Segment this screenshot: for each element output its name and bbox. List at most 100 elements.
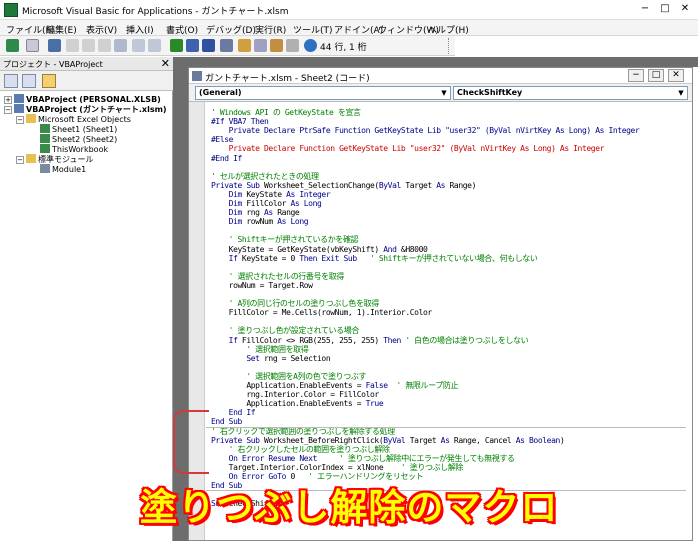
code-text: rng xyxy=(246,208,265,218)
pause-icon[interactable] xyxy=(186,39,199,52)
code-line[interactable]: On Error Resume Next ' 塗りつぶし解除中にエラーが発生して… xyxy=(211,454,515,463)
toolbar-grip[interactable] xyxy=(448,38,454,54)
code-line[interactable]: End Sub xyxy=(211,417,242,426)
code-line[interactable]: ' 右クリックしたセルの範囲を塗りつぶし解除 xyxy=(211,445,390,454)
code-window-title-bar: ガントチャート.xlsm - Sheet2 (コード) − □ ✕ xyxy=(189,68,692,84)
code-comment: ' 塗りつぶし解除中にエラーが発生しても無視する xyxy=(321,453,515,463)
object-browser-icon[interactable] xyxy=(270,39,283,52)
tree-node-sheet1[interactable]: Sheet1 (Sheet1) xyxy=(40,124,117,134)
tree-node-excel-objects[interactable]: − Microsoft Excel Objects xyxy=(16,114,131,124)
tree-node-thisworkbook[interactable]: ThisWorkbook xyxy=(40,144,108,154)
menu-addins[interactable]: アドイン(A) xyxy=(334,23,383,36)
code-text: &H8000 xyxy=(400,244,428,254)
tree-node-sheet2[interactable]: Sheet2 (Sheet2) xyxy=(40,134,117,144)
run-icon[interactable] xyxy=(170,39,183,52)
menu-edit[interactable]: 編集(E) xyxy=(46,23,77,36)
window-controls: − □ ✕ xyxy=(638,2,692,16)
code-line[interactable]: Application.EnableEvents = False ' 無限ループ… xyxy=(211,381,458,390)
procedure-dropdown[interactable]: CheckShiftKey ▼ xyxy=(453,86,688,100)
code-line[interactable]: Private Sub Worksheet_SelectionChange(By… xyxy=(211,181,476,190)
code-line[interactable]: #End If xyxy=(211,154,242,163)
undo-icon[interactable] xyxy=(132,39,145,52)
code-line[interactable]: #If VBA7 Then xyxy=(211,117,269,126)
code-window-title: ガントチャート.xlsm - Sheet2 (コード) xyxy=(205,74,370,84)
code-window-minimize-button[interactable]: − xyxy=(628,69,644,82)
code-line[interactable]: If FillColor <> RGB(255, 255, 255) Then … xyxy=(211,335,529,345)
code-line[interactable]: Dim KeyState As Integer xyxy=(211,189,331,199)
cut-icon[interactable] xyxy=(66,39,79,52)
maximize-button[interactable]: □ xyxy=(658,2,672,16)
code-line[interactable]: ' 選択範囲をA列の色で塗りつぶす xyxy=(211,372,366,381)
code-line[interactable]: Private Sub Worksheet_BeforeRightClick(B… xyxy=(211,435,565,445)
code-line[interactable]: If KeyState = 0 Then Exit Sub ' Shiftキーが… xyxy=(211,254,538,263)
toggle-folders-icon[interactable] xyxy=(42,74,56,88)
code-line[interactable]: ' Shiftキーが押されているかを確認 xyxy=(211,235,359,244)
redo-icon[interactable] xyxy=(148,39,161,52)
code-line[interactable]: Dim FillColor As Long xyxy=(211,199,322,208)
code-line[interactable]: KeyState = GetKeyState(vbKeyShift) And &… xyxy=(211,244,428,254)
project-explorer-close-icon[interactable]: ✕ xyxy=(161,57,170,70)
project-explorer-icon[interactable] xyxy=(238,39,251,52)
toolbox-icon[interactable] xyxy=(286,39,299,52)
code-text: Range) xyxy=(449,180,477,190)
design-mode-icon[interactable] xyxy=(220,39,233,52)
menu-tools[interactable]: ツール(T) xyxy=(293,23,333,36)
code-line[interactable]: ' Windows API の GetKeyState を宣言 xyxy=(211,108,361,117)
code-line[interactable]: #Else xyxy=(211,135,233,144)
menu-view[interactable]: 表示(V) xyxy=(86,23,117,36)
copy-icon[interactable] xyxy=(82,39,95,52)
code-window-maximize-button[interactable]: □ xyxy=(648,69,664,82)
code-line[interactable]: Private Declare PtrSafe Function GetKeyS… xyxy=(211,126,640,135)
code-comment: ' 白色の場合は塗りつぶしをしない xyxy=(405,335,529,345)
reset-icon[interactable] xyxy=(202,39,215,52)
properties-icon[interactable] xyxy=(254,39,267,52)
code-line[interactable]: Private Declare Function GetKeyState Lib… xyxy=(211,144,605,153)
object-dropdown[interactable]: (General) ▼ xyxy=(195,86,451,100)
menu-run[interactable]: 実行(R) xyxy=(255,23,286,36)
insert-module-icon[interactable] xyxy=(26,39,39,52)
menu-help[interactable]: ヘルプ(H) xyxy=(428,23,469,36)
code-editor[interactable]: ' Windows API の GetKeyState を宣言 #If VBA7 … xyxy=(189,102,692,540)
code-line[interactable]: rng.Interior.Color = FillColor xyxy=(211,390,379,399)
close-button[interactable]: ✕ xyxy=(678,2,692,16)
expander-icon[interactable]: + xyxy=(4,96,12,104)
code-line[interactable]: Dim rng As Range xyxy=(211,208,300,218)
code-line[interactable]: Dim rowNum As Long xyxy=(211,217,309,226)
expander-icon[interactable]: − xyxy=(16,116,24,124)
save-icon[interactable] xyxy=(48,39,61,52)
view-object-icon[interactable] xyxy=(22,74,36,88)
chevron-down-icon[interactable]: ▼ xyxy=(438,87,450,99)
code-line[interactable]: ' 選択範囲を取得 xyxy=(211,345,308,354)
view-code-icon[interactable] xyxy=(4,74,18,88)
tree-node-module1[interactable]: Module1 xyxy=(40,164,86,174)
code-window-close-button[interactable]: ✕ xyxy=(668,69,684,82)
menu-insert[interactable]: 挿入(I) xyxy=(126,23,154,36)
code-line[interactable]: ' 選択されたセルの行番号を取得 xyxy=(211,272,345,281)
find-icon[interactable] xyxy=(114,39,127,52)
code-keyword: As xyxy=(440,435,454,445)
code-line[interactable]: Application.EnableEvents = True xyxy=(211,399,383,408)
code-line[interactable]: Set rng = Selection xyxy=(211,354,330,363)
code-line[interactable]: ' 塗りつぶし色が設定されている場合 xyxy=(211,326,360,335)
view-excel-icon[interactable] xyxy=(6,39,19,52)
code-keyword: Dim xyxy=(211,189,247,199)
code-line[interactable]: ' A列の同じ行のセルの塗りつぶし色を取得 xyxy=(211,299,380,308)
code-line[interactable]: FillColor = Me.Cells(rowNum, 1).Interior… xyxy=(211,308,433,317)
code-line[interactable]: End If xyxy=(211,408,256,418)
paste-icon[interactable] xyxy=(98,39,111,52)
expander-icon[interactable]: − xyxy=(4,106,12,114)
code-line[interactable]: ' セルが選択されたときの処理 xyxy=(211,172,319,181)
expander-icon[interactable]: − xyxy=(16,156,24,164)
menu-debug[interactable]: デバッグ(D) xyxy=(206,23,256,36)
minimize-button[interactable]: − xyxy=(638,2,652,16)
code-line[interactable]: ' 右クリックで選択範囲の塗りつぶしを解除する処理 xyxy=(211,427,395,436)
code-line[interactable]: Target.Interior.ColorIndex = xlNone ' 塗り… xyxy=(211,463,464,472)
vba-project-icon xyxy=(14,94,24,103)
code-line[interactable]: rowNum = Target.Row xyxy=(211,281,313,290)
chevron-down-icon[interactable]: ▼ xyxy=(675,87,687,99)
tree-node-personal[interactable]: + VBAProject (PERSONAL.XLSB) xyxy=(4,94,161,104)
code-keyword: End If xyxy=(211,408,256,418)
help-icon[interactable] xyxy=(304,39,317,52)
code-comment: ' 右クリックしたセルの範囲を塗りつぶし解除 xyxy=(211,444,390,454)
menu-format[interactable]: 書式(O) xyxy=(166,23,198,36)
